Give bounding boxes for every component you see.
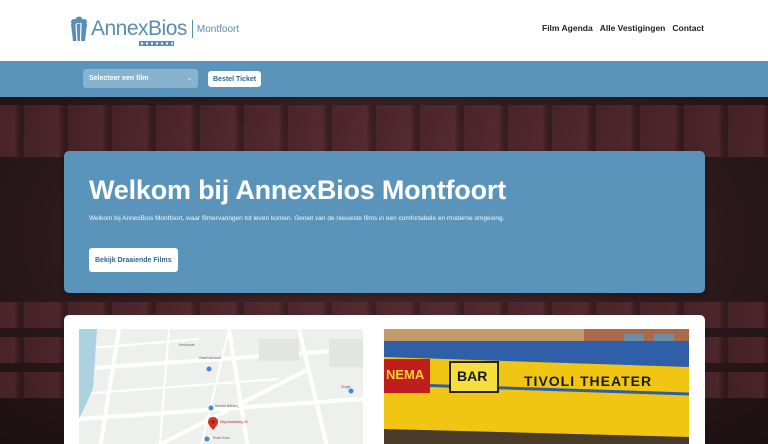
view-films-button[interactable]: Bekijk Draaiende Films	[89, 248, 178, 272]
welcome-text: Welkom bij AnnexBios Montfoort, waar fil…	[89, 215, 505, 222]
map-pin-label: Wijnstraatweg 45	[220, 420, 248, 424]
welcome-card: Welkom bij AnnexBios Montfoort Welkom bi…	[64, 151, 705, 293]
cinema-photo: NEMA BAR TIVOLI THEATER	[384, 329, 689, 444]
nav-film-agenda[interactable]: Film Agenda	[542, 23, 593, 33]
logo-brand: AnnexBios	[91, 17, 187, 40]
map-streets	[79, 329, 363, 444]
main-nav: Film Agenda Alle Vestigingen Contact	[542, 23, 704, 33]
map-label: Rode Kruis	[213, 436, 230, 440]
tivoli-sign: TIVOLI THEATER	[524, 373, 653, 389]
location-pin-icon	[208, 417, 218, 430]
map-label: Singel	[341, 385, 351, 389]
bar-sign: BAR	[457, 368, 488, 384]
site-header: AnnexBios Montfoort Film Agenda Alle Ves…	[0, 0, 768, 61]
nav-contact[interactable]: Contact	[672, 23, 704, 33]
location-map[interactable]: Kerkstraat Sandra Baklerij Singel Gasthu…	[79, 329, 363, 444]
hero-section: Welkom bij AnnexBios Montfoort Welkom bi…	[0, 97, 768, 444]
order-ticket-button[interactable]: Bestel Ticket	[208, 71, 262, 87]
film-select[interactable]: Selecteer een film ⌄	[83, 69, 198, 88]
nav-alle-vestigingen[interactable]: Alle Vestigingen	[600, 23, 666, 33]
page-title: Welkom bij AnnexBios Montfoort	[89, 175, 506, 205]
ticket-bar: Selecteer een film ⌄ Bestel Ticket	[0, 61, 768, 97]
chevron-down-icon: ⌄	[186, 76, 192, 82]
cinema-sign: NEMA	[386, 367, 425, 382]
popcorn-icon	[71, 16, 87, 42]
map-label: Gasthuisstraat	[199, 356, 221, 360]
map-label: Kerkstraat	[179, 343, 195, 347]
film-strip-icon	[139, 41, 174, 46]
film-select-label: Selecteer een film	[89, 75, 149, 82]
map-label: Sandra Baklerij	[215, 404, 238, 408]
info-card: Kerkstraat Sandra Baklerij Singel Gasthu…	[64, 315, 705, 444]
cinema-seats-decoration	[0, 105, 768, 131]
logo-divider	[191, 20, 193, 38]
logo-location: Montfoort	[196, 23, 240, 35]
